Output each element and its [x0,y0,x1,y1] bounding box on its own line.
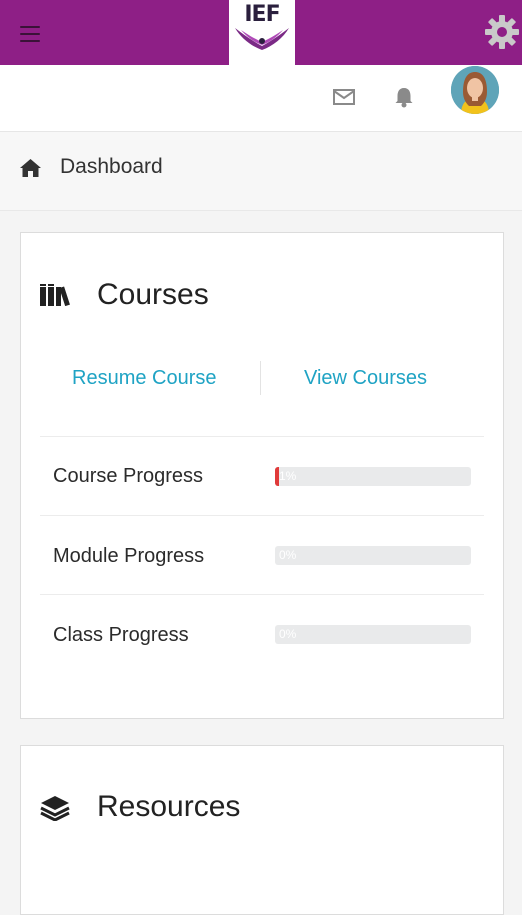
divider [40,594,484,595]
class-progress-text: 0% [279,627,297,641]
module-progress-text: 0% [279,548,297,562]
courses-card: Courses Resume Course View Courses Cours… [20,232,504,719]
layers-icon [40,796,70,821]
avatar[interactable] [451,66,499,114]
link-divider [260,361,261,395]
divider [40,436,484,437]
view-courses-link[interactable]: View Courses [304,367,427,390]
resume-course-link[interactable]: Resume Course [72,367,217,390]
home-icon[interactable] [19,158,42,178]
resources-title: Resources [97,790,241,823]
bell-icon[interactable] [393,86,415,108]
hamburger-menu-icon[interactable] [20,26,40,42]
breadcrumb-dashboard[interactable]: Dashboard [60,155,163,179]
class-progress-bar: 0% [275,625,471,644]
module-progress-label: Module Progress [53,545,205,567]
divider [40,515,484,516]
courses-title: Courses [97,278,209,311]
books-icon [40,284,70,306]
course-progress-bar: 1% [275,467,471,486]
module-progress-bar: 0% [275,546,471,565]
logo-text: IEF [244,2,280,27]
resources-card: Resources [20,745,504,915]
gear-icon[interactable] [484,14,520,50]
logo[interactable]: IEF [229,0,295,65]
course-progress-text: 1% [279,469,297,483]
class-progress-label: Class Progress [53,624,189,646]
logo-wings-icon [235,28,289,50]
course-progress-label: Course Progress [53,465,204,487]
utility-bar [0,65,522,132]
top-bar: IEF [0,0,522,65]
mail-icon[interactable] [333,89,355,105]
